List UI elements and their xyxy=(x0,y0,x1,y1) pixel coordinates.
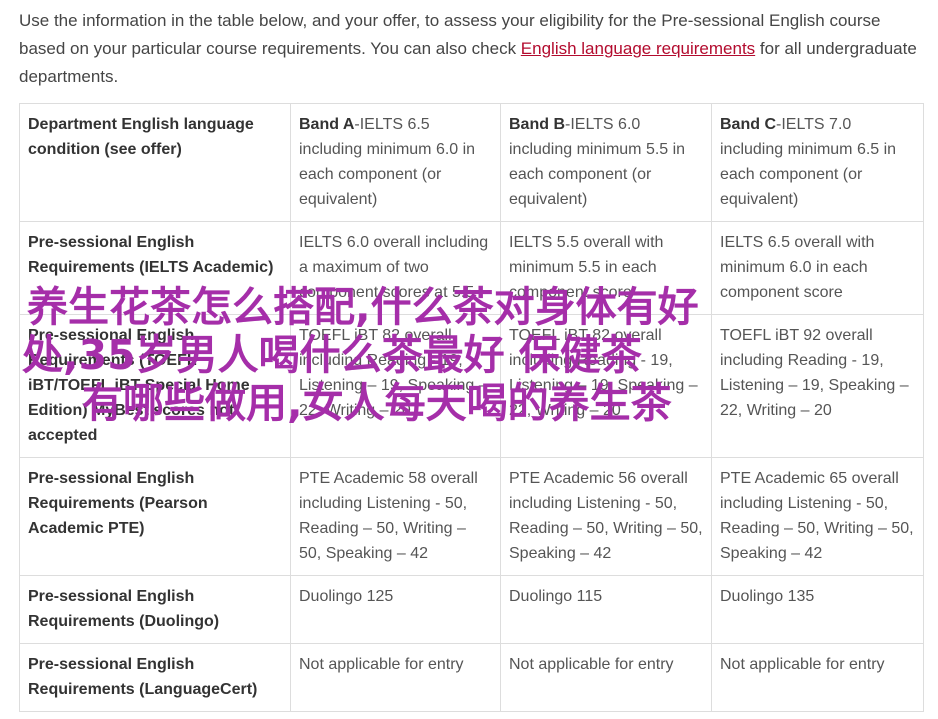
table-cell: Duolingo 135 xyxy=(711,575,924,644)
band-a-cell: Band A-IELTS 6.5 including minimum 6.0 i… xyxy=(290,103,501,222)
table-cell: IELTS 6.0 overall including a maximum of… xyxy=(290,221,501,315)
table-row: Pre-sessional English Requirements (Duol… xyxy=(19,575,924,644)
table-cell: Not applicable for entry xyxy=(290,643,501,712)
row-label-toefl: Pre-sessional English Requirements (TOEF… xyxy=(19,314,291,458)
table-cell: TOEFL iBT 92 overall including Reading -… xyxy=(711,314,924,458)
requirements-table: Department English language condition (s… xyxy=(19,103,924,712)
table-cell: Duolingo 125 xyxy=(290,575,501,644)
table-cell: IELTS 5.5 overall with minimum 5.5 in ea… xyxy=(500,221,712,315)
table-row: Pre-sessional English Requirements (IELT… xyxy=(19,221,924,315)
table-cell: PTE Academic 56 overall including Listen… xyxy=(500,457,712,576)
row-label-pte: Pre-sessional English Requirements (Pear… xyxy=(19,457,291,576)
table-row: Pre-sessional English Requirements (TOEF… xyxy=(19,314,924,458)
table-cell: PTE Academic 58 overall including Listen… xyxy=(290,457,501,576)
table-cell: Not applicable for entry xyxy=(500,643,712,712)
band-a-name: Band A xyxy=(299,116,355,133)
row-label-ielts: Pre-sessional English Requirements (IELT… xyxy=(19,221,291,315)
table-header-row: Department English language condition (s… xyxy=(19,103,924,222)
row-label-duolingo: Pre-sessional English Requirements (Duol… xyxy=(19,575,291,644)
row-label-languagecert: Pre-sessional English Requirements (Lang… xyxy=(19,643,291,712)
header-label-cell: Department English language condition (s… xyxy=(19,103,291,222)
table-cell: PTE Academic 65 overall including Listen… xyxy=(711,457,924,576)
table-cell: Not applicable for entry xyxy=(711,643,924,712)
table-row: Pre-sessional English Requirements (Lang… xyxy=(19,643,924,712)
table-cell: TOEFL iBT 82 overall including Reading -… xyxy=(500,314,712,458)
band-b-cell: Band B-IELTS 6.0 including minimum 5.5 i… xyxy=(500,103,712,222)
table-cell: Duolingo 115 xyxy=(500,575,712,644)
band-c-cell: Band C-IELTS 7.0 including minimum 6.5 i… xyxy=(711,103,924,222)
table-cell: TOEFL iBT 82 overall including Reading -… xyxy=(290,314,501,458)
band-b-name: Band B xyxy=(509,116,565,133)
intro-paragraph: Use the information in the table below, … xyxy=(19,7,924,91)
table-cell: IELTS 6.5 overall with minimum 6.0 in ea… xyxy=(711,221,924,315)
table-row: Pre-sessional English Requirements (Pear… xyxy=(19,457,924,576)
english-language-requirements-link[interactable]: English language requirements xyxy=(521,39,755,58)
band-c-name: Band C xyxy=(720,116,776,133)
